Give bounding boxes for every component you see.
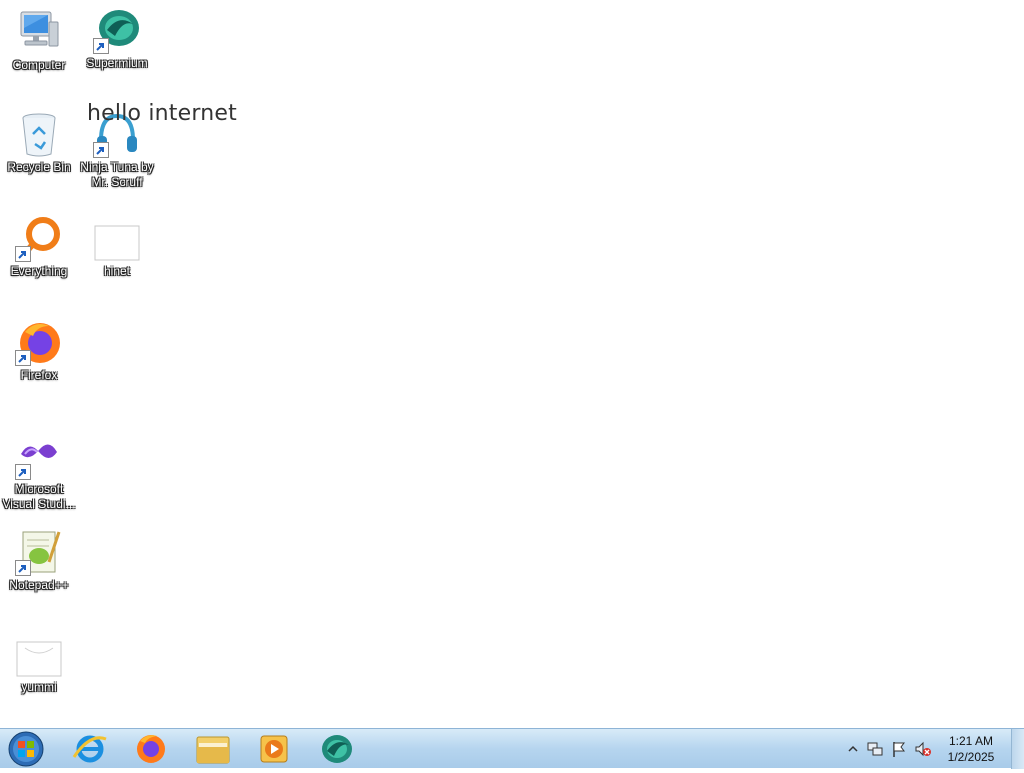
taskbar-file-explorer[interactable] — [189, 731, 237, 767]
system-clock[interactable]: 1:21 AM 1/2/2025 — [936, 733, 1006, 765]
desktop-icon-label: Ninja Tuna by Mr. Scruff — [80, 160, 154, 189]
desktop-icon-yummi[interactable]: yummi — [1, 630, 77, 695]
desktop-icon-label: yummi — [21, 680, 57, 694]
shortcut-arrow-icon — [93, 38, 109, 54]
blank-file-icon — [15, 630, 63, 678]
notepadpp-icon — [15, 528, 63, 576]
clock-date: 1/2/2025 — [947, 750, 995, 764]
file-explorer-icon — [196, 736, 230, 764]
taskbar-media-player[interactable] — [250, 731, 298, 767]
desktop-icon-label: Supermium — [86, 56, 148, 70]
desktop-icon-firefox[interactable]: Firefox — [1, 318, 77, 383]
supermium-icon — [322, 735, 352, 763]
desktop-icon-label: Computer — [12, 58, 66, 72]
media-player-icon — [260, 735, 288, 763]
desktop-icon-label: Microsoft Visual Studi... — [2, 482, 76, 511]
desktop-icon-notepadpp[interactable]: Notepad++ — [1, 528, 77, 593]
shortcut-arrow-icon — [15, 560, 31, 576]
volume-muted-icon[interactable] — [914, 740, 932, 758]
start-button[interactable] — [6, 730, 46, 768]
desktop-icon-label: Notepad++ — [9, 578, 69, 592]
desktop-overlay-text: hello internet — [87, 101, 237, 126]
computer-icon — [15, 8, 63, 56]
desktop[interactable]: Computer Supermium Recycle Bin Ninja Tun… — [0, 0, 1024, 728]
firefox-icon — [137, 735, 165, 763]
taskbar-firefox[interactable] — [127, 731, 175, 767]
visual-studio-icon — [15, 432, 63, 480]
desktop-icon-label: Firefox — [20, 368, 58, 382]
blank-file-icon — [93, 214, 141, 262]
desktop-icon-visual-studio[interactable]: Microsoft Visual Studi... — [1, 432, 77, 512]
shortcut-arrow-icon — [15, 350, 31, 366]
taskbar: 1:21 AM 1/2/2025 — [0, 728, 1024, 769]
firefox-icon — [15, 318, 63, 366]
action-center-flag-icon[interactable] — [890, 740, 908, 758]
taskbar-internet-explorer[interactable] — [66, 731, 114, 767]
network-icon[interactable] — [866, 740, 884, 758]
internet-explorer-icon — [72, 735, 107, 763]
desktop-icon-label: hinet — [103, 264, 131, 278]
desktop-icon-label: Everything — [10, 264, 68, 278]
taskbar-supermium[interactable] — [313, 731, 361, 767]
shortcut-arrow-icon — [93, 142, 109, 158]
everything-search-icon — [15, 214, 63, 262]
show-desktop-button[interactable] — [1011, 729, 1024, 769]
desktop-icon-hinet[interactable]: hinet — [79, 214, 155, 279]
recycle-bin-icon — [15, 110, 63, 158]
desktop-icon-recycle-bin[interactable]: Recycle Bin — [1, 110, 77, 175]
clock-time: 1:21 AM — [948, 734, 994, 748]
shortcut-arrow-icon — [15, 464, 31, 480]
desktop-icon-supermium[interactable]: Supermium — [79, 6, 155, 71]
shortcut-arrow-icon — [15, 246, 31, 262]
supermium-icon — [93, 6, 141, 54]
show-hidden-icons-chevron[interactable] — [844, 740, 862, 758]
desktop-icon-label: Recycle Bin — [7, 160, 71, 174]
desktop-icon-computer[interactable]: Computer — [1, 8, 77, 73]
desktop-icon-everything[interactable]: Everything — [1, 214, 77, 279]
